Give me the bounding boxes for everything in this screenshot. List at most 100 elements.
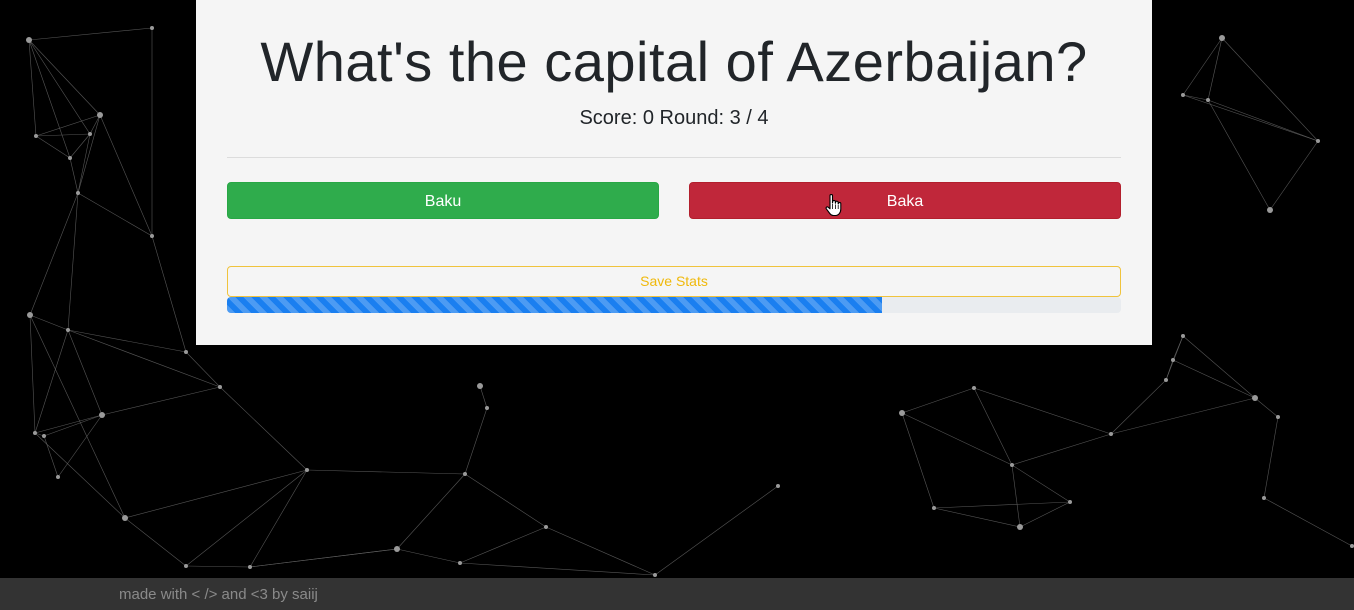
- network-node: [184, 350, 188, 354]
- network-link: [124, 469, 308, 519]
- network-link: [1182, 37, 1223, 96]
- network-link: [34, 414, 103, 434]
- network-node: [394, 546, 400, 552]
- network-node: [1219, 35, 1225, 41]
- network-node: [76, 191, 80, 195]
- network-node: [122, 515, 128, 521]
- network-link: [1165, 359, 1174, 381]
- round-progress-bar: [227, 297, 1121, 313]
- network-link: [1207, 37, 1223, 101]
- network-link: [29, 314, 36, 434]
- network-link: [35, 135, 71, 159]
- answer-button-baka[interactable]: Baka: [689, 182, 1121, 219]
- network-link: [34, 329, 69, 434]
- network-node: [972, 386, 976, 390]
- network-link: [1011, 464, 1021, 528]
- network-link: [1110, 397, 1256, 435]
- network-node: [458, 561, 462, 565]
- network-node: [150, 234, 154, 238]
- round-total: 4: [757, 107, 769, 129]
- network-node: [1171, 358, 1175, 362]
- network-link: [185, 351, 221, 388]
- network-link: [396, 473, 466, 550]
- network-link: [67, 192, 79, 331]
- network-link: [77, 133, 91, 194]
- network-link: [28, 39, 91, 135]
- network-link: [67, 329, 103, 416]
- network-link: [654, 485, 779, 576]
- save-stats-button[interactable]: Save Stats: [227, 266, 1121, 297]
- score-label: Score:: [579, 107, 638, 129]
- network-node: [1109, 432, 1113, 436]
- network-link: [43, 414, 103, 437]
- network-link: [933, 501, 1071, 509]
- network-link: [396, 548, 461, 564]
- network-link: [306, 469, 466, 475]
- network-link: [29, 314, 126, 519]
- network-node: [56, 475, 60, 479]
- footer-credit: made with < /> and <3 by saiij: [119, 586, 318, 603]
- network-node: [485, 406, 489, 410]
- network-link: [1172, 359, 1256, 399]
- network-node: [305, 468, 309, 472]
- network-node: [1017, 524, 1023, 530]
- network-link: [1182, 335, 1256, 399]
- network-link: [479, 385, 488, 409]
- network-node: [653, 573, 657, 577]
- network-link: [459, 562, 656, 576]
- divider: [227, 157, 1121, 158]
- quiz-card: What's the capital of Azerbaijan? Score:…: [196, 0, 1152, 345]
- network-node: [1252, 395, 1258, 401]
- network-link: [1207, 99, 1271, 211]
- network-link: [1110, 379, 1167, 435]
- network-node: [1350, 544, 1354, 548]
- network-link: [28, 39, 101, 116]
- network-link: [1254, 397, 1279, 418]
- network-node: [218, 385, 222, 389]
- network-node: [477, 383, 483, 389]
- network-link: [901, 412, 1013, 466]
- network-node: [1181, 93, 1185, 97]
- answer-button-baku[interactable]: Baku: [227, 182, 659, 219]
- network-node: [88, 132, 92, 136]
- network-link: [28, 27, 153, 41]
- network-node: [97, 112, 103, 118]
- network-link: [901, 412, 935, 509]
- network-node: [26, 37, 32, 43]
- network-node: [42, 434, 46, 438]
- network-link: [1172, 335, 1184, 361]
- round-label: Round:: [659, 107, 725, 129]
- network-link: [1019, 501, 1071, 528]
- network-node: [1181, 334, 1185, 338]
- network-link: [1182, 94, 1319, 142]
- network-link: [1207, 99, 1319, 142]
- network-link: [43, 435, 59, 478]
- network-node: [184, 564, 188, 568]
- network-node: [1010, 463, 1014, 467]
- round-separator: /: [746, 107, 752, 129]
- network-link: [28, 39, 37, 137]
- network-node: [932, 506, 936, 510]
- network-link: [151, 235, 187, 353]
- network-node: [544, 525, 548, 529]
- network-link: [69, 133, 91, 159]
- round-progress-fill: [227, 297, 883, 313]
- network-node: [33, 431, 37, 435]
- network-link: [57, 414, 103, 478]
- network-link: [101, 386, 221, 416]
- network-link: [459, 526, 547, 564]
- network-node: [899, 410, 905, 416]
- network-node: [1267, 207, 1273, 213]
- network-link: [35, 133, 91, 137]
- network-node: [27, 312, 33, 318]
- network-link: [249, 469, 308, 568]
- network-link: [1011, 433, 1112, 466]
- score-value: 0: [642, 107, 654, 129]
- network-link: [1221, 37, 1319, 142]
- network-link: [545, 526, 656, 576]
- question-title: What's the capital of Azerbaijan?: [260, 30, 1088, 93]
- network-link: [77, 192, 153, 237]
- network-link: [28, 39, 71, 159]
- network-node: [150, 26, 154, 30]
- network-node: [1276, 415, 1280, 419]
